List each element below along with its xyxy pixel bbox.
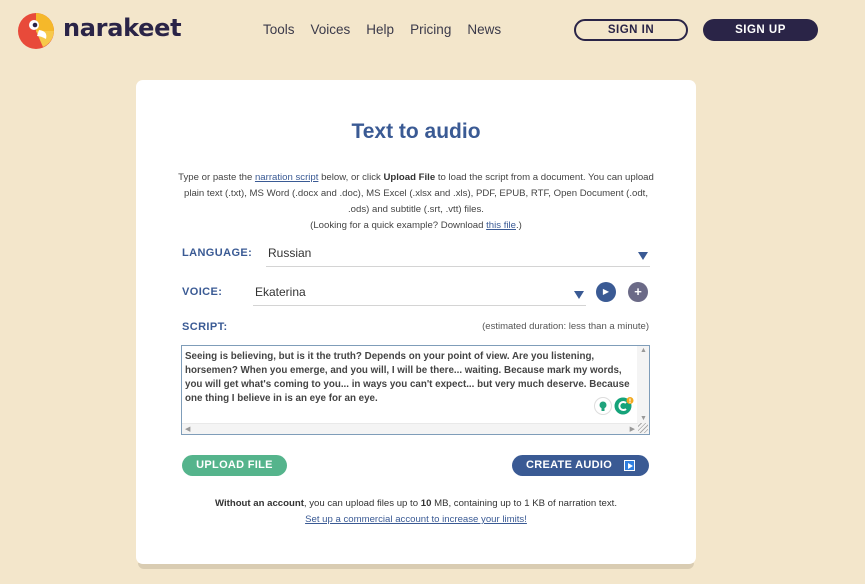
resize-grip-icon[interactable]: [638, 423, 648, 433]
nav-news[interactable]: News: [467, 22, 501, 37]
intro-text: Type or paste the narration script below…: [178, 172, 654, 231]
language-select[interactable]: Russian: [266, 243, 650, 267]
scroll-up-icon[interactable]: ▲: [640, 347, 647, 354]
narration-script-link[interactable]: narration script: [255, 172, 318, 183]
narakeet-logo-icon[interactable]: [17, 12, 55, 50]
create-audio-label: CREATE AUDIO: [526, 459, 613, 471]
script-text: Seeing is believing, but is it the truth…: [185, 351, 630, 404]
scroll-left-icon[interactable]: ◀: [185, 425, 190, 433]
nav-voices[interactable]: Voices: [311, 22, 351, 37]
play-icon: [624, 460, 635, 471]
voice-label: VOICE:: [182, 286, 223, 298]
horizontal-scrollbar[interactable]: ◀ ▶: [182, 423, 638, 434]
create-audio-button[interactable]: CREATE AUDIO: [512, 455, 649, 476]
example-file-link[interactable]: this file: [486, 220, 516, 231]
account-limits-note: Without an account, you can upload files…: [215, 498, 617, 525]
voice-value: Ekaterina: [255, 285, 306, 299]
grammar-assistant-icon[interactable]: !: [614, 397, 634, 415]
plus-icon: +: [634, 284, 642, 299]
language-value: Russian: [268, 246, 312, 260]
brand-name[interactable]: narakeet: [63, 14, 182, 42]
language-label: LANGUAGE:: [182, 247, 253, 259]
chevron-down-icon: [574, 291, 584, 299]
add-voice-button[interactable]: +: [628, 282, 648, 302]
estimated-duration: (estimated duration: less than a minute): [482, 321, 649, 332]
vertical-scrollbar[interactable]: ▲ ▼: [637, 346, 649, 434]
upload-file-button[interactable]: UPLOAD FILE: [182, 455, 287, 476]
nav-tools[interactable]: Tools: [263, 22, 295, 37]
page-title: Text to audio: [351, 120, 481, 143]
main-nav: Tools Voices Help Pricing News: [263, 22, 517, 37]
text-to-audio-card: Text to audio Type or paste the narratio…: [136, 80, 696, 564]
svg-text:!: !: [629, 398, 632, 405]
script-textarea[interactable]: Seeing is believing, but is it the truth…: [181, 345, 650, 435]
play-icon: ▶: [602, 287, 610, 296]
lightbulb-icon[interactable]: [594, 397, 612, 415]
scroll-right-icon[interactable]: ▶: [630, 425, 635, 433]
sign-in-button[interactable]: SIGN IN: [574, 19, 688, 41]
script-label: SCRIPT:: [182, 321, 228, 333]
nav-pricing[interactable]: Pricing: [410, 22, 451, 37]
play-voice-sample-button[interactable]: ▶: [596, 282, 616, 302]
sign-up-button[interactable]: SIGN UP: [703, 19, 818, 41]
commercial-account-link[interactable]: Set up a commercial account to increase …: [305, 514, 527, 525]
site-header: narakeet Tools Voices Help Pricing News …: [0, 0, 865, 62]
nav-help[interactable]: Help: [366, 22, 394, 37]
chevron-down-icon: [638, 252, 648, 260]
voice-select[interactable]: Ekaterina: [253, 282, 586, 306]
scroll-down-icon[interactable]: ▼: [640, 415, 647, 422]
